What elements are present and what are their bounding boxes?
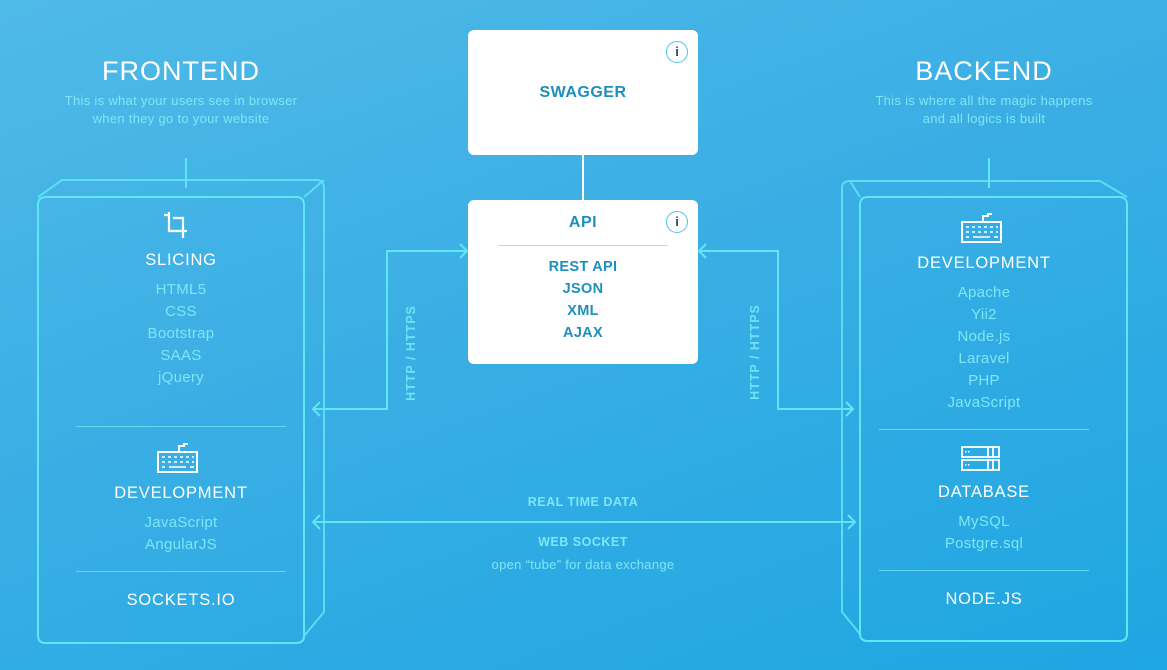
frontend-subtitle: This is what your users see in browser w… (31, 92, 331, 128)
backend-subtitle-line2: and all logics is built (922, 111, 1046, 126)
api-info-button[interactable]: i (666, 211, 688, 233)
list-item: Postgre.sql (944, 535, 1024, 552)
api-item: REST API (548, 259, 618, 275)
api-card: API i REST API JSON XML AJAX (468, 200, 698, 364)
backend-title: BACKEND (915, 56, 1053, 86)
api-item: XML (567, 303, 599, 319)
frontend-sockets-title: SOCKETS.IO (126, 591, 236, 609)
api-item: AJAX (563, 325, 603, 341)
list-item: Bootstrap (147, 325, 215, 342)
backend-database-title: DATABASE (938, 483, 1030, 501)
swagger-title: SWAGGER (539, 84, 627, 101)
websocket-label: WEB SOCKET (538, 535, 628, 549)
right-http-connector (699, 250, 853, 410)
websocket-description: open “tube” for data exchange (491, 557, 675, 572)
list-item: JavaScript (144, 514, 218, 531)
list-item: HTML5 (155, 281, 207, 298)
list-item: PHP (968, 372, 1000, 389)
frontend-development-title: DEVELOPMENT (114, 484, 248, 502)
list-item: MySQL (958, 513, 1010, 530)
frontend-development-list: JavaScript AngularJS (71, 512, 291, 556)
backend-development-title: DEVELOPMENT (917, 254, 1051, 272)
backend-subtitle: This is where all the magic happens and … (834, 92, 1134, 128)
left-http-connector (313, 250, 467, 410)
list-item: Laravel (958, 350, 1010, 367)
api-title: API (568, 214, 598, 231)
left-http-label: HTTP / HTTPS (404, 305, 418, 401)
list-item: CSS (165, 303, 197, 320)
backend-divider-1 (879, 429, 1089, 430)
list-item: Node.js (957, 328, 1011, 345)
right-http-label: HTTP / HTTPS (748, 304, 762, 400)
frontend-subtitle-line1: This is what your users see in browser (64, 93, 298, 108)
list-item: Apache (957, 284, 1011, 301)
keyboard-icon (961, 213, 1002, 243)
frontend-box-depth (37, 179, 325, 637)
frontend-divider-1 (76, 426, 286, 427)
backend-development-list: Apache Yii2 Node.js Laravel PHP JavaScri… (874, 282, 1094, 414)
backend-database-list: MySQL Postgre.sql (874, 511, 1094, 555)
list-item: AngularJS (145, 536, 217, 553)
server-icon (961, 446, 1000, 471)
frontend-slicing-list: HTML5 CSS Bootstrap SAAS jQuery (71, 279, 291, 389)
list-item: Yii2 (971, 306, 997, 323)
list-item: SAAS (160, 347, 202, 364)
swagger-card: SWAGGER i (468, 30, 698, 155)
backend-divider-2 (879, 570, 1089, 571)
realtime-data-label: REAL TIME DATA (527, 495, 639, 509)
crop-icon (164, 212, 187, 238)
frontend-divider-2 (76, 571, 286, 572)
frontend-slicing-title: SLICING (145, 251, 217, 269)
api-divider (498, 245, 668, 246)
frontend-title: FRONTEND (102, 56, 260, 86)
keyboard-icon (157, 443, 198, 473)
api-item: JSON (562, 281, 604, 297)
backend-subtitle-line1: This is where all the magic happens (875, 93, 1093, 108)
backend-nodejs-title: NODE.JS (945, 590, 1023, 608)
list-item: JavaScript (947, 394, 1021, 411)
list-item: jQuery (158, 369, 204, 386)
api-items: REST API JSON XML AJAX (468, 256, 698, 344)
swagger-info-button[interactable]: i (666, 41, 688, 63)
frontend-subtitle-line2: when they go to your website (92, 111, 270, 126)
